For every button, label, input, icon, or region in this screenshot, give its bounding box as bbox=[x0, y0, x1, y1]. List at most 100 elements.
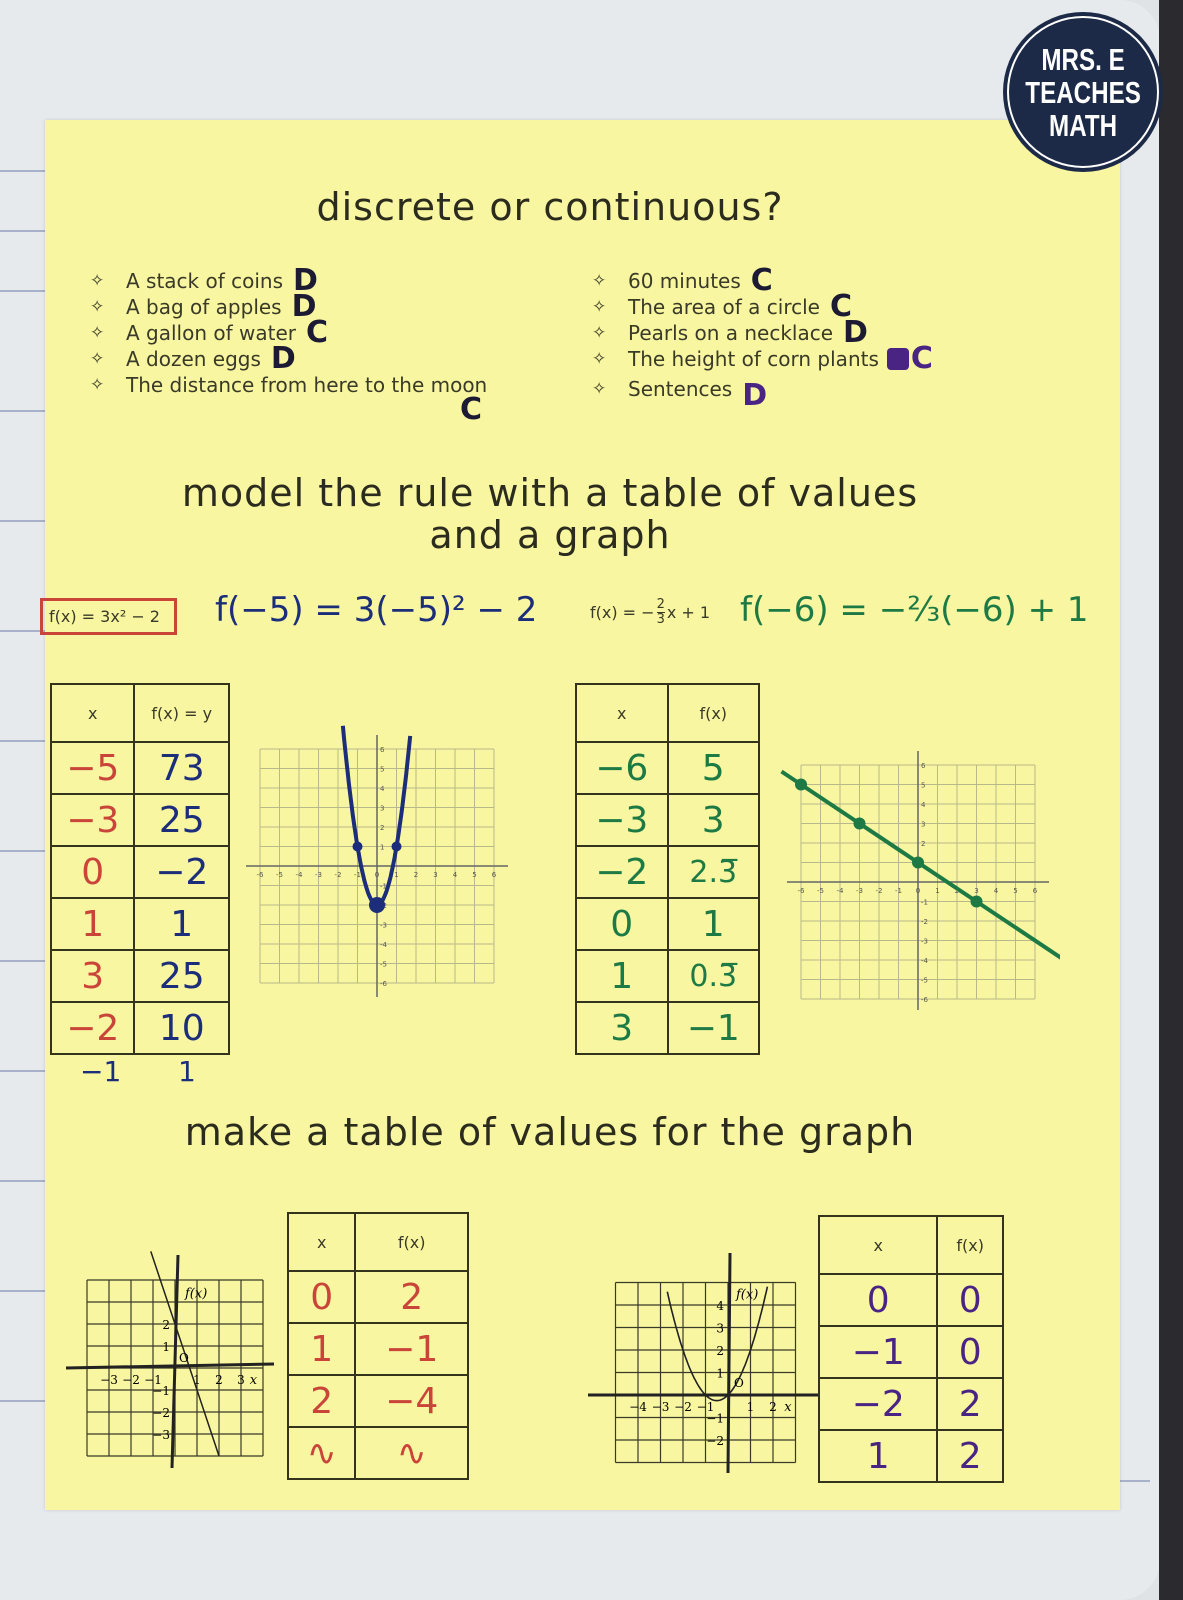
y-tick-label: -3 bbox=[921, 938, 928, 946]
table-row: 1 0.3̅ bbox=[575, 949, 760, 1003]
x-tick-label: 4 bbox=[453, 871, 458, 879]
x-tick-label: 2 bbox=[215, 1373, 223, 1387]
x-tick-label: −4 bbox=[629, 1400, 647, 1414]
table-row: 11 bbox=[49, 897, 230, 951]
table-row: 3 25 bbox=[49, 949, 230, 1003]
section-title-model-rule: model the rule with a table of values an… bbox=[181, 471, 919, 557]
table-row: −1 0 bbox=[817, 1325, 1004, 1379]
section-title-discrete-continuous: discrete or continuous? bbox=[316, 185, 784, 229]
table-row: −3 3 bbox=[575, 793, 760, 847]
section-title-make-table: make a table of values for the graph bbox=[184, 1110, 916, 1154]
x-tick-label: 2 bbox=[769, 1400, 777, 1414]
y-tick-label: 4 bbox=[716, 1299, 724, 1313]
axis-label-y: f(x) bbox=[184, 1287, 207, 1302]
header-x: x bbox=[575, 683, 669, 743]
work-quadratic: f(−5) = 3(−5)² − 2 bbox=[215, 590, 538, 630]
four-point-star-icon: ✧ bbox=[592, 349, 607, 369]
right-bullet-list: ✧ 60 minutes C ✧ The area of a circle C ✧ Pea… bbox=[592, 266, 933, 413]
ruled-line bbox=[0, 410, 50, 412]
rule-box-quadratic: f(x) = 3x² − 2 bbox=[40, 598, 177, 635]
ruled-line bbox=[0, 850, 50, 852]
fraction: 23 bbox=[656, 597, 665, 627]
y-tick-label: 3 bbox=[921, 821, 925, 829]
y-tick-label: -2 bbox=[921, 918, 928, 926]
four-point-star-icon: ✧ bbox=[592, 297, 607, 317]
x-tick-label: -2 bbox=[876, 887, 883, 895]
list-item: ✧ A stack of coins D bbox=[90, 263, 318, 298]
x-tick-label: −3 bbox=[652, 1400, 670, 1414]
graph-linear: -6-6-5-5-4-4-3-3-2-2-1-10112233445566 bbox=[780, 751, 1060, 1010]
four-point-star-icon: ✧ bbox=[90, 271, 105, 291]
y-tick-label: 6 bbox=[380, 746, 385, 754]
four-point-star-icon: ✧ bbox=[90, 297, 105, 317]
x-tick-label: 3 bbox=[237, 1373, 245, 1387]
table-given-parabola: x f(x) 00 −1 0 −2 2 12 bbox=[817, 1215, 1004, 1483]
y-tick-label: -3 bbox=[380, 922, 387, 930]
y-tick-label: −1 bbox=[152, 1384, 170, 1398]
data-point bbox=[912, 856, 924, 869]
scribble-mark bbox=[886, 348, 909, 370]
origin-label: O bbox=[179, 1351, 189, 1365]
y-tick-label: -5 bbox=[380, 961, 387, 969]
answer-mark: C bbox=[306, 315, 329, 350]
list-item: ✧ Sentences D bbox=[592, 377, 768, 413]
ruled-line bbox=[0, 740, 50, 742]
y-tick-label: 2 bbox=[380, 824, 384, 832]
y-tick-label: −2 bbox=[152, 1406, 170, 1420]
four-point-star-icon: ✧ bbox=[90, 375, 105, 395]
ruled-line bbox=[0, 1290, 50, 1292]
answer-mark: D bbox=[742, 378, 768, 413]
y-tick-label: 2 bbox=[921, 840, 925, 848]
y-tick-label: −2 bbox=[706, 1434, 724, 1448]
x-tick-label: −3 bbox=[100, 1373, 118, 1387]
y-tick-label: -6 bbox=[921, 996, 929, 1004]
axis-label-x: x bbox=[250, 1373, 258, 1388]
header-fx: f(x) bbox=[936, 1215, 1004, 1275]
four-point-star-icon: ✧ bbox=[90, 323, 105, 343]
x-tick-label: 1 bbox=[747, 1400, 755, 1414]
x-tick-label: -1 bbox=[354, 871, 361, 879]
logo-text: MRS. E TEACHES MATH bbox=[1025, 41, 1141, 143]
answer-mark: D bbox=[291, 289, 317, 324]
table-row: 02 bbox=[286, 1270, 469, 1324]
header-x: x bbox=[817, 1215, 939, 1275]
four-point-star-icon: ✧ bbox=[592, 379, 607, 399]
x-tick-label: 5 bbox=[472, 871, 476, 879]
data-point bbox=[853, 817, 866, 830]
y-tick-label: -4 bbox=[921, 957, 929, 965]
x-tick-label: -1 bbox=[895, 887, 902, 895]
table-row: 00 bbox=[817, 1273, 1004, 1327]
ruled-line bbox=[0, 290, 50, 292]
y-tick-label: 3 bbox=[380, 805, 384, 813]
list-item: ✧ A dozen eggs D bbox=[90, 341, 296, 376]
x-tick-label: -3 bbox=[315, 871, 322, 879]
y-axis bbox=[726, 1252, 732, 1474]
x-tick-label: -6 bbox=[798, 887, 806, 895]
x-tick-label: 3 bbox=[433, 871, 437, 879]
left-bullet-list: ✧ A stack of coins D ✧ A bag of apples D ✧ A … bbox=[90, 263, 487, 398]
ruled-line bbox=[0, 230, 50, 232]
rule-linear: f(x) = − 23 x + 1 bbox=[590, 597, 711, 627]
extra-y: 1 bbox=[178, 1055, 196, 1088]
x-tick-label: 0 bbox=[375, 871, 379, 879]
table-row: −3 25 bbox=[49, 793, 230, 847]
data-point bbox=[391, 841, 402, 852]
table-row: −6 5 bbox=[575, 741, 760, 795]
y-tick-label: −1 bbox=[706, 1412, 724, 1426]
table-linear: x f(x) −6 5 −3 3 −2 2.3̅ 01 1 0.3̅ 3 −1 bbox=[575, 683, 760, 1055]
x-tick-label: -4 bbox=[296, 871, 304, 879]
y-tick-label: -5 bbox=[921, 977, 928, 985]
x-tick-label: -6 bbox=[257, 871, 265, 879]
y-tick-label: 4 bbox=[921, 801, 926, 809]
y-tick-label: 4 bbox=[380, 785, 385, 793]
answer-mark: D bbox=[843, 315, 868, 350]
data-point bbox=[352, 841, 363, 852]
origin-label: O bbox=[734, 1376, 744, 1390]
brand-logo: MRS. E TEACHES MATH bbox=[1003, 12, 1163, 172]
work-linear: f(−6) = −⅔(−6) + 1 bbox=[740, 590, 1089, 630]
y-tick-label: 2 bbox=[716, 1344, 724, 1358]
y-tick-label: 5 bbox=[380, 766, 384, 774]
axis-label-x: x bbox=[784, 1400, 792, 1415]
y-tick-label: 3 bbox=[716, 1322, 724, 1336]
y-tick-label: 6 bbox=[921, 762, 926, 770]
